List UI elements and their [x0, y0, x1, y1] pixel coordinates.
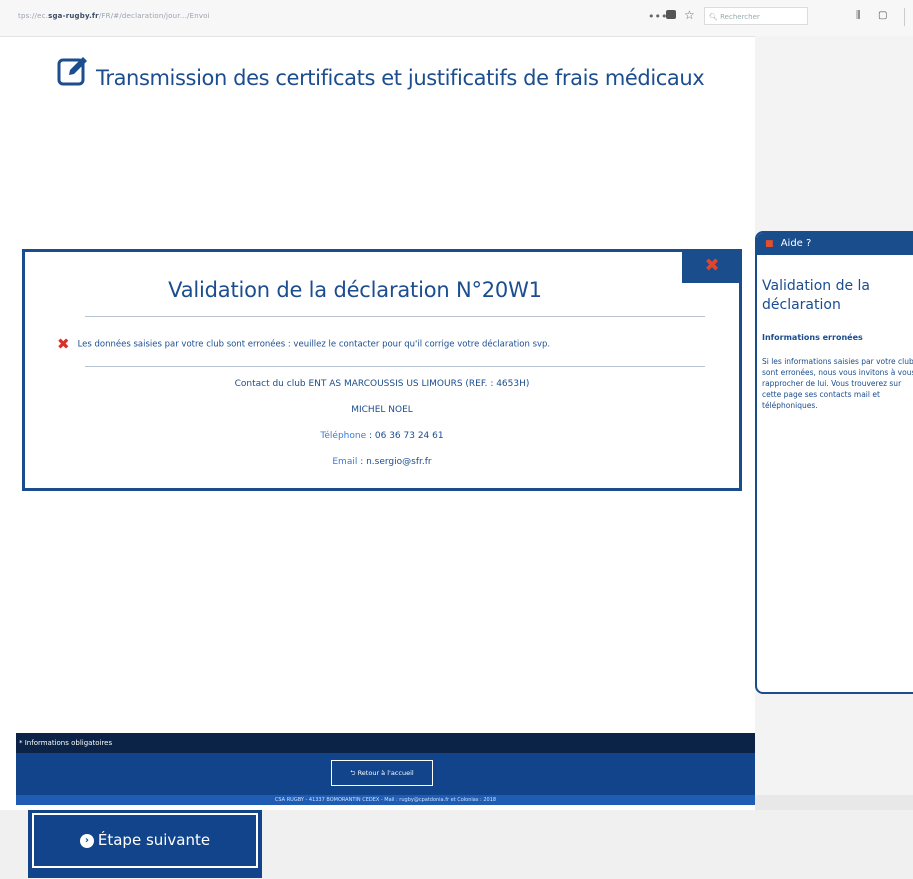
help-header-label: Aide ?	[780, 238, 812, 249]
divider	[85, 366, 705, 367]
footer-spacer	[755, 795, 913, 810]
home-button[interactable]: ⮌ Retour à l'accueil	[331, 760, 433, 786]
url-domain: sga-rugby.fr	[48, 12, 99, 20]
contact-phone: Téléphone : 06 36 73 24 61	[25, 431, 739, 441]
phone-value: : 06 36 73 24 61	[366, 431, 444, 441]
next-step-label: Étape suivante	[97, 831, 211, 849]
required-fields-note: * Informations obligatoires	[16, 733, 755, 753]
modal-title: Validation de la déclaration N°20W1	[168, 278, 542, 302]
close-button[interactable]: ✖	[682, 249, 742, 283]
browser-window: tps://ec.sga-rugby.fr/FR/#/declaration/j…	[0, 0, 913, 810]
search-placeholder: Rechercher	[720, 13, 760, 21]
browser-search-input[interactable]: 🔍︎ Rechercher	[704, 7, 808, 25]
email-label: Email	[332, 457, 358, 467]
help-text: Si les informations saisies par votre cl…	[762, 357, 913, 410]
phone-label: Téléphone	[320, 431, 367, 441]
address-bar[interactable]: tps://ec.sga-rugby.fr/FR/#/declaration/j…	[18, 12, 210, 20]
contact-name: MICHEL NOEL	[351, 405, 413, 415]
home-button-label: Retour à l'accueil	[357, 769, 414, 777]
error-icon: ✖	[57, 335, 70, 353]
email-value[interactable]: : n.sergio@sfr.fr	[357, 457, 431, 467]
arrow-right-circle-icon: ›	[79, 833, 94, 848]
close-icon: ✖	[704, 255, 720, 276]
arrow-left-icon: ⮌	[350, 769, 356, 777]
help-bullet-icon: ■	[765, 239, 774, 249]
browser-toolbar: tps://ec.sga-rugby.fr/FR/#/declaration/j…	[0, 0, 913, 37]
help-panel: ■ Aide ? Validation de la déclaration In…	[755, 231, 913, 694]
toolbar-divider	[904, 8, 905, 26]
error-message: ✖ Les données saisies par votre club sont…	[57, 335, 737, 353]
page-title: Transmission des certificats et justific…	[96, 66, 705, 90]
bookmark-star-icon[interactable]: ☆	[684, 8, 695, 22]
next-step-button[interactable]: › Étape suivante	[28, 810, 262, 878]
footer-bar: ⮌ Retour à l'accueil	[16, 753, 755, 795]
next-step-inner: › Étape suivante	[32, 813, 258, 868]
validation-modal: ✖ Validation de la déclaration N°20W1 ✖ L…	[22, 249, 742, 491]
search-icon: 🔍︎	[709, 13, 718, 21]
edit-icon	[57, 57, 87, 86]
footer-legal: CSA RUGBY - 41337 BOMORANTIN CEDEX - Mai…	[16, 795, 755, 805]
pocket-icon[interactable]	[666, 10, 676, 19]
club-contact: Contact du club ENT AS MARCOUSSIS US LIM…	[234, 379, 530, 389]
contact-email: Email : n.sergio@sfr.fr	[25, 457, 739, 467]
sidebar-icon[interactable]: ▢	[878, 10, 887, 21]
page-actions-menu-icon[interactable]: •••	[648, 10, 667, 23]
url-prefix: tps://ec.	[18, 12, 49, 20]
divider	[85, 316, 705, 317]
library-icon[interactable]: ⫼	[856, 10, 861, 21]
url-path: /FR/#/declaration/jour.../Envoi	[98, 12, 210, 20]
help-title: Validation de la déclaration	[762, 278, 871, 313]
help-header[interactable]: ■ Aide ?	[757, 233, 913, 255]
error-text: Les données saisies par votre club sont …	[77, 339, 551, 350]
help-subtitle: Informations erronées	[762, 333, 863, 342]
